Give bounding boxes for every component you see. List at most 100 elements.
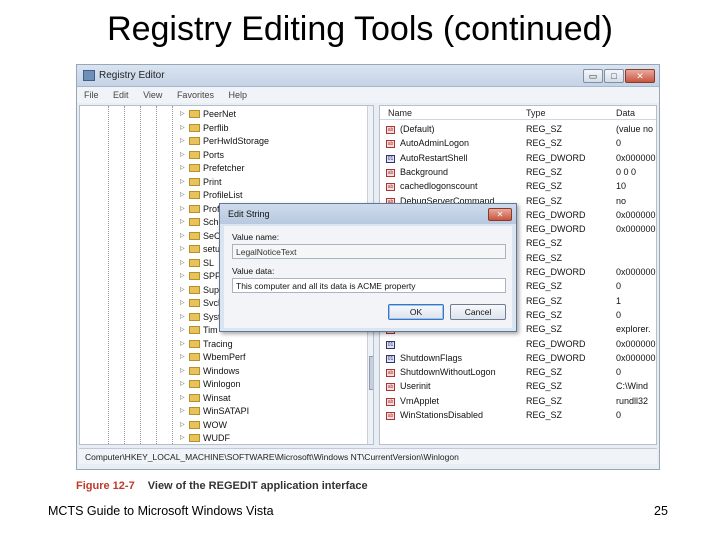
folder-icon (189, 191, 200, 199)
expand-arrow-icon[interactable]: ▷ (180, 351, 188, 364)
menu-bar: File Edit View Favorites Help (77, 87, 659, 103)
expand-arrow-icon[interactable]: ▷ (180, 311, 188, 324)
tree-item-label: WUDF (203, 433, 230, 443)
tree-item[interactable]: ▷ WOW (180, 419, 370, 433)
expand-arrow-icon[interactable]: ▷ (180, 257, 188, 270)
cancel-button[interactable]: Cancel (450, 304, 506, 320)
tree-item[interactable]: ▷ Perflib (180, 122, 370, 136)
expand-arrow-icon[interactable]: ▷ (180, 419, 188, 432)
expand-arrow-icon[interactable]: ▷ (180, 284, 188, 297)
value-name: cachedlogonscount (400, 181, 478, 192)
tree-item[interactable]: ▷ WbemPerf (180, 351, 370, 365)
tree-item[interactable]: ▷ Winsat (180, 392, 370, 406)
expand-arrow-icon[interactable]: ▷ (180, 432, 188, 444)
page-number: 25 (654, 504, 668, 518)
menu-file[interactable]: File (77, 87, 104, 100)
menu-favorites[interactable]: Favorites (170, 87, 219, 100)
tree-item-label: Print (203, 176, 222, 187)
list-row[interactable]: 01 REG_DWORD 0x000000 (380, 338, 656, 352)
expand-arrow-icon[interactable]: ▷ (180, 378, 188, 391)
value-data-input[interactable] (232, 278, 506, 293)
value-name: ShutdownFlags (400, 352, 463, 363)
expand-arrow-icon[interactable]: ▷ (180, 297, 188, 310)
value-type: REG_SZ (526, 281, 563, 292)
tree-guide-line (124, 106, 125, 444)
maximize-button[interactable]: □ (604, 69, 624, 83)
folder-icon (189, 420, 200, 429)
dialog-close-button[interactable]: ✕ (488, 208, 512, 221)
value-data: 0 (616, 367, 622, 378)
tree-item-label: Tracing (203, 338, 233, 349)
string-value-icon: ab (386, 168, 395, 177)
value-type: REG_SZ (526, 181, 563, 192)
expand-arrow-icon[interactable]: ▷ (180, 392, 188, 405)
expand-arrow-icon[interactable]: ▷ (180, 324, 188, 337)
list-header: Name Type Data (380, 106, 656, 120)
list-row[interactable]: ab Userinit REG_SZ C:\Wind (380, 380, 656, 394)
list-row[interactable]: 01 ShutdownFlags REG_DWORD 0x000000 (380, 352, 656, 366)
ok-button[interactable]: OK (388, 304, 444, 320)
list-row[interactable]: ab cachedlogonscount REG_SZ 10 (380, 180, 656, 194)
expand-arrow-icon[interactable]: ▷ (180, 338, 188, 351)
tree-item[interactable]: ▷ Windows (180, 365, 370, 379)
column-data-header[interactable]: Data (616, 108, 635, 118)
tree-item[interactable]: ▷ Ports (180, 149, 370, 163)
tree-item[interactable]: ▷ PerHwIdStorage (180, 135, 370, 149)
list-row[interactable]: 01 AutoRestartShell REG_DWORD 0x000000 (380, 152, 656, 166)
tree-item[interactable]: ▷ WUDF (180, 432, 370, 444)
folder-icon (189, 204, 200, 213)
folder-icon (189, 164, 200, 172)
expand-arrow-icon[interactable]: ▷ (180, 108, 188, 121)
expand-arrow-icon[interactable]: ▷ (180, 122, 188, 135)
value-name: Background (400, 166, 449, 177)
list-row[interactable]: ab AutoAdminLogon REG_SZ 0 (380, 137, 656, 151)
tree-item[interactable]: ▷ WinSATAPI (180, 405, 370, 419)
folder-icon (189, 393, 200, 402)
folder-icon (189, 245, 200, 253)
expand-arrow-icon[interactable]: ▷ (180, 135, 188, 148)
list-row[interactable]: ab (Default) REG_SZ (value no (380, 123, 656, 137)
expand-arrow-icon[interactable]: ▷ (180, 189, 188, 202)
value-type: REG_SZ (526, 410, 563, 420)
menu-edit[interactable]: Edit (106, 87, 134, 100)
tree-item[interactable]: ▷ Print (180, 176, 370, 190)
folder-icon (189, 312, 200, 321)
string-value-icon: ab (386, 126, 395, 134)
expand-arrow-icon[interactable]: ▷ (180, 176, 188, 189)
value-name-field[interactable]: LegalNoticeText (232, 244, 506, 259)
dialog-titlebar: Edit String ✕ (220, 204, 516, 224)
expand-arrow-icon[interactable]: ▷ (180, 365, 188, 378)
expand-arrow-icon[interactable]: ▷ (180, 405, 188, 418)
list-row[interactable]: ab ShutdownWithoutLogon REG_SZ 0 (380, 366, 656, 380)
folder-icon (189, 285, 200, 294)
column-name-header[interactable]: Name (388, 108, 412, 118)
list-row[interactable]: ab VmApplet REG_SZ rundll32 (380, 395, 656, 409)
expand-arrow-icon[interactable]: ▷ (180, 149, 188, 162)
figure-label: Figure 12-7 (76, 480, 135, 492)
binary-value-icon: 01 (386, 340, 395, 349)
expand-arrow-icon[interactable]: ▷ (180, 230, 188, 243)
expand-arrow-icon[interactable]: ▷ (180, 162, 188, 175)
tree-item[interactable]: ▷ Tracing (180, 338, 370, 352)
column-type-header[interactable]: Type (526, 108, 546, 118)
value-type: REG_DWORD (526, 267, 586, 277)
menu-help[interactable]: Help (221, 87, 252, 100)
value-data: (value no (616, 124, 654, 134)
tree-item[interactable]: ▷ PeerNet (180, 108, 370, 122)
expand-arrow-icon[interactable]: ▷ (180, 243, 188, 256)
minimize-button[interactable]: ▭ (583, 69, 603, 83)
menu-view[interactable]: View (136, 87, 167, 100)
list-row[interactable]: ab Background REG_SZ 0 0 0 (380, 166, 656, 180)
list-row[interactable]: ab WinStationsDisabled REG_SZ 0 (380, 409, 656, 423)
tree-item-label: Winsat (203, 392, 231, 403)
expand-arrow-icon[interactable]: ▷ (180, 270, 188, 283)
tree-item[interactable]: ▷ Winlogon (180, 378, 370, 392)
tree-item[interactable]: ▷ ProfileList (180, 189, 370, 203)
expand-arrow-icon[interactable]: ▷ (180, 203, 188, 216)
expand-arrow-icon[interactable]: ▷ (180, 216, 188, 229)
close-button[interactable]: ✕ (625, 69, 655, 83)
value-type: REG_SZ (526, 395, 563, 406)
tree-item[interactable]: ▷ Prefetcher (180, 162, 370, 176)
figure-caption-text: View of the REGEDIT application interfac… (147, 480, 368, 492)
folder-icon (189, 326, 200, 334)
